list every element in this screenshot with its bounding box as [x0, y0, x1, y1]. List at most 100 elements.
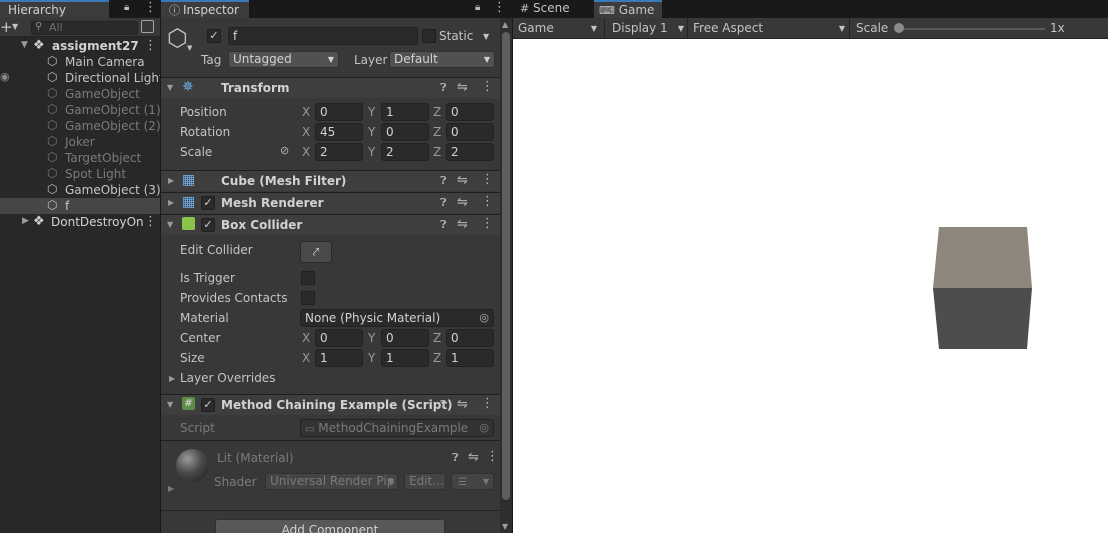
list-item[interactable]: ⬡ TargetObject: [0, 150, 160, 166]
foldout-arrow-icon[interactable]: ▼: [167, 400, 173, 409]
scale-x-field[interactable]: 2: [315, 143, 363, 161]
active-checkbox[interactable]: ✓: [207, 29, 221, 43]
size-z-field[interactable]: 1: [446, 349, 494, 367]
help-icon[interactable]: ❓︎: [440, 174, 447, 188]
foldout-arrow-icon[interactable]: ▶: [168, 484, 174, 493]
presets-icon[interactable]: ⇋: [457, 195, 468, 210]
add-component-button[interactable]: Add Component: [215, 519, 445, 533]
rotation-x-field[interactable]: 45: [315, 123, 363, 141]
tag-dropdown[interactable]: Untagged ▼: [228, 51, 339, 68]
list-item[interactable]: ⬡ GameObject (1): [0, 102, 160, 118]
help-icon[interactable]: ❓︎: [452, 451, 459, 465]
material-preview-sphere[interactable]: [176, 449, 209, 482]
axis-y-label[interactable]: Y: [368, 105, 375, 119]
foldout-arrow-icon[interactable]: ▼: [167, 220, 173, 229]
kebab-menu-icon[interactable]: ⋮: [481, 79, 494, 94]
expand-arrow-icon[interactable]: ▼: [21, 40, 28, 50]
edit-collider-button[interactable]: ⤤: [300, 241, 332, 263]
help-icon[interactable]: ❓︎: [440, 81, 447, 95]
script-enabled-checkbox[interactable]: ✓: [201, 398, 215, 412]
axis-y-label[interactable]: Y: [368, 145, 375, 159]
axis-z-label[interactable]: Z: [433, 331, 441, 345]
tab-hierarchy[interactable]: Hierarchy: [0, 0, 109, 18]
axis-x-label[interactable]: X: [302, 331, 310, 345]
center-y-field[interactable]: 0: [381, 329, 429, 347]
aspect-dropdown[interactable]: Free Aspect ▼: [689, 18, 850, 39]
tab-scene[interactable]: # Scene: [513, 0, 592, 18]
kebab-menu-icon[interactable]: ⋮: [493, 0, 506, 15]
foldout-arrow-icon[interactable]: ▶: [168, 198, 174, 207]
kebab-menu-icon[interactable]: ⋮: [481, 194, 494, 209]
shader-options-button[interactable]: ☰ ▼: [451, 473, 494, 490]
mesh-renderer-enabled-checkbox[interactable]: ✓: [201, 196, 215, 210]
list-item[interactable]: ⬡ GameObject (3): [0, 182, 160, 198]
axis-x-label[interactable]: X: [302, 145, 310, 159]
add-icon[interactable]: +: [0, 18, 13, 36]
axis-x-label[interactable]: X: [302, 125, 310, 139]
list-item[interactable]: ⬡ Main Camera: [0, 54, 160, 70]
layer-overrides-label[interactable]: Layer Overrides: [180, 371, 275, 385]
kebab-menu-icon[interactable]: ⋮: [144, 38, 157, 53]
lock-icon[interactable]: 🔒︎: [475, 2, 480, 13]
position-z-field[interactable]: 0: [446, 103, 494, 121]
list-item[interactable]: ⬡ Spot Light: [0, 166, 160, 182]
axis-z-label[interactable]: Z: [433, 125, 441, 139]
help-icon[interactable]: ❓︎: [440, 218, 447, 232]
center-z-field[interactable]: 0: [446, 329, 494, 347]
presets-icon[interactable]: ⇋: [457, 217, 468, 232]
hierarchy-search-input[interactable]: [31, 21, 138, 35]
scroll-up-icon[interactable]: ▲: [502, 20, 508, 29]
foldout-arrow-icon[interactable]: ▶: [169, 374, 175, 383]
axis-y-label[interactable]: Y: [368, 331, 375, 345]
kebab-menu-icon[interactable]: ⋮: [481, 172, 494, 187]
size-y-field[interactable]: 1: [381, 349, 429, 367]
kebab-menu-icon[interactable]: ⋮: [481, 396, 494, 411]
scale-y-field[interactable]: 2: [381, 143, 429, 161]
scene-visibility-icon[interactable]: [141, 20, 154, 33]
presets-icon[interactable]: ⇋: [468, 450, 479, 465]
shader-dropdown[interactable]: Universal Render Pip ▼: [265, 473, 398, 490]
presets-icon[interactable]: ⇋: [457, 173, 468, 188]
list-item[interactable]: ⬡ GameObject: [0, 86, 160, 102]
expand-arrow-icon[interactable]: ▶: [22, 216, 29, 226]
axis-x-label[interactable]: X: [302, 105, 310, 119]
help-icon[interactable]: ❓︎: [440, 398, 447, 412]
display-dropdown[interactable]: Display 1 ▼: [606, 18, 688, 39]
axis-x-label[interactable]: X: [302, 351, 310, 365]
shader-edit-button[interactable]: Edit...: [404, 473, 446, 490]
kebab-menu-icon[interactable]: ⋮: [486, 449, 499, 464]
list-item[interactable]: ◉ ⬡ Directional Light: [0, 70, 160, 86]
rotation-z-field[interactable]: 0: [446, 123, 494, 141]
scale-slider-track[interactable]: [899, 28, 1045, 30]
box-collider-enabled-checkbox[interactable]: ✓: [201, 218, 215, 232]
scrollbar-thumb[interactable]: [502, 32, 510, 500]
axis-y-label[interactable]: Y: [368, 351, 375, 365]
presets-icon[interactable]: ⇋: [457, 397, 468, 412]
scale-slider-handle[interactable]: [894, 23, 904, 33]
dont-destroy-row[interactable]: ▶ ❖ DontDestroyOn ⋮: [0, 214, 160, 230]
chevron-down-icon[interactable]: ▼: [12, 22, 18, 31]
position-y-field[interactable]: 1: [381, 103, 429, 121]
axis-z-label[interactable]: Z: [433, 105, 441, 119]
foldout-arrow-icon[interactable]: ▶: [168, 176, 174, 185]
rotation-y-field[interactable]: 0: [381, 123, 429, 141]
scale-z-field[interactable]: 2: [446, 143, 494, 161]
game-viewport[interactable]: [513, 39, 1108, 533]
chevron-down-icon[interactable]: ▼: [187, 44, 192, 52]
axis-z-label[interactable]: Z: [433, 145, 441, 159]
visibility-icon[interactable]: ◉: [0, 70, 10, 83]
provides-contacts-checkbox[interactable]: [301, 291, 315, 305]
center-x-field[interactable]: 0: [315, 329, 363, 347]
layer-dropdown[interactable]: Default ▼: [389, 51, 495, 68]
transform-header[interactable]: [161, 77, 500, 98]
kebab-menu-icon[interactable]: ⋮: [481, 216, 494, 231]
material-field[interactable]: None (Physic Material) ◎: [300, 309, 494, 327]
kebab-menu-icon[interactable]: ⋮: [144, 214, 157, 229]
axis-y-label[interactable]: Y: [368, 125, 375, 139]
kebab-menu-icon[interactable]: ⋮: [144, 0, 157, 15]
help-icon[interactable]: ❓︎: [440, 196, 447, 210]
lock-icon[interactable]: 🔒︎: [124, 2, 129, 13]
object-picker-icon[interactable]: ◎: [479, 310, 489, 326]
size-x-field[interactable]: 1: [315, 349, 363, 367]
is-trigger-checkbox[interactable]: [301, 271, 315, 285]
